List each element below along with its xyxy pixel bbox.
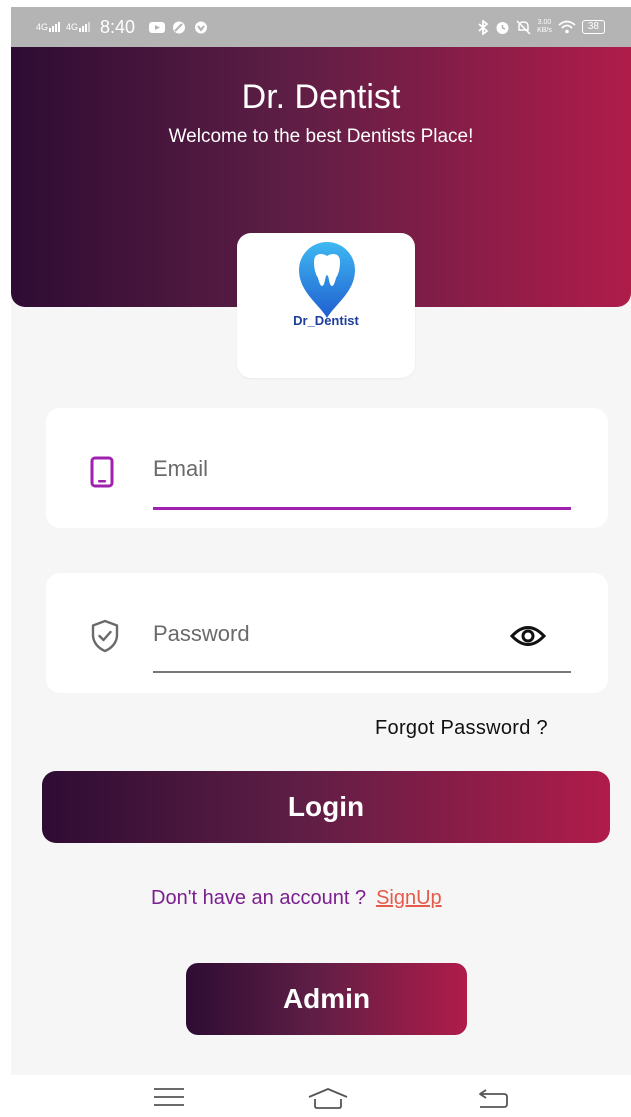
app-screen: 4G 4G 8:40 3.00 KB/s 38 Dr. Dentist Welc… (11, 7, 631, 1075)
network-label-2: 4G (66, 22, 79, 32)
speed-unit: KB/s (537, 27, 552, 34)
signup-row: Don't have an account ? SignUp (151, 887, 442, 910)
home-icon[interactable] (307, 1087, 349, 1109)
bluetooth-icon (478, 19, 489, 35)
status-time: 8:40 (100, 16, 136, 37)
logo-text: Dr_Dentist (293, 313, 359, 328)
shield-check-icon (91, 619, 119, 653)
logo-card: Dr_Dentist (237, 233, 415, 378)
signal-icon-2: 4G (66, 22, 91, 32)
network-label: 4G (36, 22, 49, 32)
youtube-icon (149, 21, 166, 33)
speed-indicator: 3.00 KB/s (537, 19, 552, 35)
eye-icon[interactable] (510, 625, 546, 647)
wifi-icon (558, 20, 576, 34)
signal-icon: 4G (36, 22, 61, 32)
email-card (46, 408, 608, 528)
leaf-app-icon (173, 21, 186, 33)
email-underline (153, 507, 571, 510)
email-input[interactable] (153, 448, 571, 490)
forgot-password-link[interactable]: Forgot Password ? (375, 717, 548, 740)
status-bar: 4G 4G 8:40 3.00 KB/s 38 (11, 7, 631, 47)
mute-icon (516, 19, 531, 35)
system-nav-bar (0, 1075, 631, 1117)
alarm-icon (496, 21, 509, 34)
login-button[interactable]: Login (42, 771, 610, 843)
speed-value: 3.00 (537, 19, 552, 26)
admin-button[interactable]: Admin (186, 963, 467, 1035)
menu-icon[interactable] (153, 1087, 185, 1107)
password-card (46, 573, 608, 693)
password-input[interactable] (153, 613, 571, 655)
app-subtitle: Welcome to the best Dentists Place! (168, 126, 474, 147)
signup-link[interactable]: SignUp (376, 887, 442, 909)
status-bar-left: 4G 4G 8:40 (36, 17, 209, 38)
status-bar-right: 3.00 KB/s 38 (477, 19, 605, 35)
password-underline (153, 671, 571, 673)
tooth-logo-icon (299, 242, 355, 318)
app-title: Dr. Dentist (241, 78, 401, 116)
battery-icon: 38 (581, 20, 605, 34)
back-icon[interactable] (477, 1087, 509, 1109)
phone-icon (90, 456, 114, 488)
shield-app-icon (195, 21, 208, 33)
signup-prompt: Don't have an account ? (151, 887, 367, 909)
